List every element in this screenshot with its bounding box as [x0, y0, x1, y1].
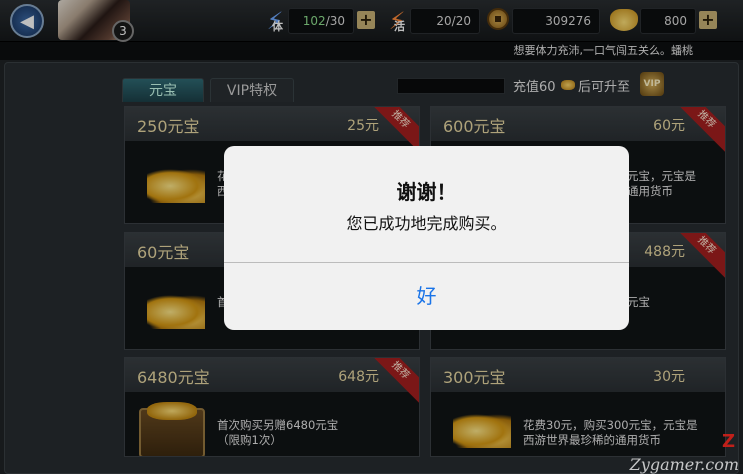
- purchase-success-dialog: 谢谢！ 您已成功地完成购买。 好: [224, 146, 629, 330]
- ok-button[interactable]: 好: [224, 263, 629, 330]
- watermark: Zygamer.com: [629, 455, 739, 474]
- watermark-logo-mark: Z: [721, 431, 735, 452]
- dialog-title: 谢谢！: [396, 180, 457, 204]
- dialog-message: 您已成功地完成购买。: [346, 214, 507, 233]
